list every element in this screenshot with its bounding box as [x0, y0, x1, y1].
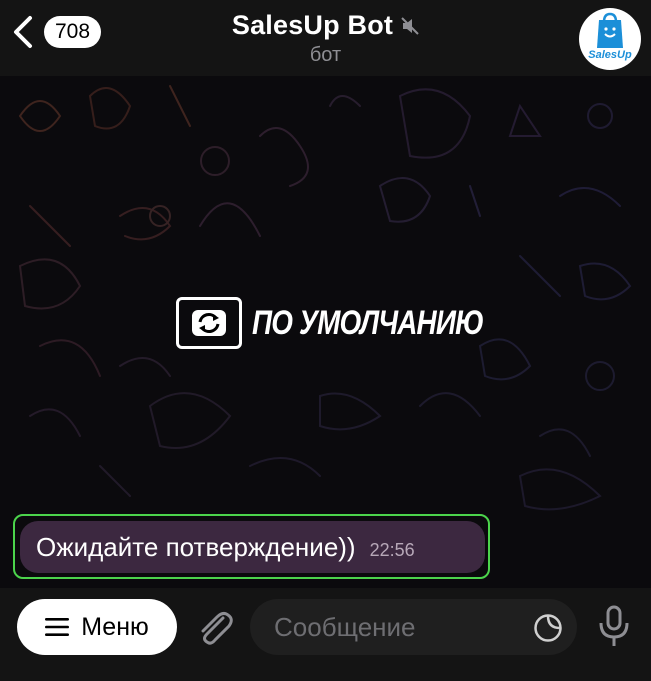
logo-text: ПО УМОЛЧАНИЮ — [252, 303, 484, 342]
message-input-placeholder: Сообщение — [274, 611, 416, 642]
chat-subtitle: бот — [309, 44, 342, 66]
attach-button[interactable] — [193, 608, 235, 653]
avatar-label: SalesUp — [588, 49, 632, 61]
default-mode-logo: ПО УМОЛЧАНИЮ — [176, 297, 534, 349]
message-bubble[interactable]: Ожидайте потверждение)) 22:56 — [20, 521, 485, 573]
microphone-icon — [599, 605, 629, 646]
chat-title-area[interactable]: SalesUp Bot бот — [0, 10, 651, 67]
voice-button[interactable] — [597, 605, 631, 654]
chat-area[interactable]: ПО УМОЛЧАНИЮ Ожидайте потверждение)) 22:… — [0, 76, 651, 588]
message-text: Ожидайте потверждение)) — [36, 531, 356, 562]
message-time: 22:56 — [369, 539, 415, 560]
sticker-icon — [534, 614, 562, 642]
muted-speaker-icon — [401, 16, 419, 35]
sticker-button[interactable] — [533, 613, 563, 648]
menu-button[interactable]: Меню — [17, 599, 177, 655]
composer-bar: Меню Сообщение — [0, 588, 651, 681]
menu-label: Меню — [81, 612, 149, 641]
paperclip-icon — [201, 611, 233, 645]
avatar[interactable]: SalesUp — [579, 8, 641, 70]
hamburger-icon — [45, 618, 70, 636]
refresh-icon — [176, 297, 242, 349]
chat-title: SalesUp Bot — [231, 10, 394, 40]
message-input[interactable]: Сообщение — [250, 599, 577, 655]
chat-header: 708 SalesUp Bot бот SalesUp — [0, 0, 651, 76]
